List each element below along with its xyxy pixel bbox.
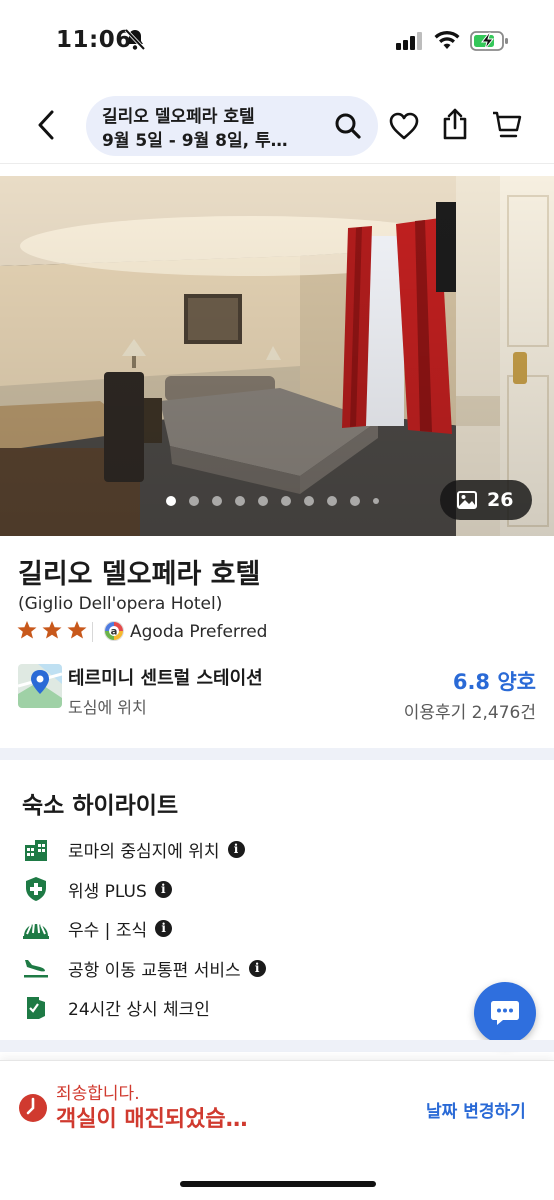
info-icon[interactable]: i (227, 841, 245, 859)
pagination-dot[interactable] (350, 496, 360, 506)
change-dates-link[interactable]: 날짜 변경하기 (426, 1097, 526, 1122)
pagination-dot[interactable] (327, 496, 337, 506)
highlight-label: 로마의 중심지에 위치 (68, 842, 220, 863)
hotel-name-english: (Giglio Dell'opera Hotel) (18, 594, 223, 614)
pagination-dot[interactable] (235, 496, 245, 506)
pagination-dot[interactable] (166, 496, 176, 506)
share-icon[interactable] (441, 108, 469, 144)
star-icon (67, 621, 87, 639)
booking-bottom-bar: 죄송합니다. 객실이 매진되었습… 날짜 변경하기 (0, 1060, 554, 1200)
agoda-logo-icon: a (104, 621, 124, 645)
cellular-signal-icon (396, 32, 424, 54)
breakfast-icon (22, 915, 50, 943)
star-icon (17, 621, 37, 639)
highlights-list: 로마의 중심지에 위치 i 위생 PLUS i 우수 | 조식 i 공항 이동 … (22, 830, 422, 1028)
sold-out-message: 객실이 매진되었습… (56, 1107, 248, 1132)
status-time: 11:06 (56, 27, 132, 53)
image-gallery-icon (457, 491, 477, 513)
pagination-dot[interactable] (373, 498, 379, 504)
highlight-item: 우수 | 조식 i (22, 909, 422, 949)
section-divider (0, 748, 554, 760)
bell-muted-icon (124, 28, 146, 56)
location-description: 도심에 위치 (68, 698, 147, 717)
pagination-dot[interactable] (281, 496, 291, 506)
chat-button[interactable] (474, 982, 536, 1044)
highlight-item: 공항 이동 교통편 서비스 i (22, 949, 422, 989)
highlight-item: 위생 PLUS i (22, 870, 422, 910)
clock-alert-icon (18, 1093, 48, 1127)
pagination-dot[interactable] (258, 496, 268, 506)
search-summary-pill[interactable]: 길리오 델오페라 호텔 9월 5일 - 9월 8일, 투… (86, 96, 378, 156)
highlights-title: 숙소 하이라이트 (22, 793, 179, 819)
cart-icon[interactable] (492, 110, 522, 144)
review-count[interactable]: 이용후기 2,476건 (404, 698, 536, 723)
heart-favorite-icon[interactable] (389, 112, 419, 144)
top-header: 길리오 델오페라 호텔 9월 5일 - 9월 8일, 투… (0, 84, 554, 164)
health-shield-icon (22, 875, 50, 903)
highlight-label: 우수 | 조식 (68, 921, 148, 942)
chat-bubble-icon (491, 1001, 519, 1025)
highlight-item: 로마의 중심지에 위치 i (22, 830, 422, 870)
divider (92, 622, 93, 642)
svg-text:a: a (111, 627, 118, 638)
door-checkin-icon (22, 994, 50, 1022)
highlight-item: 24시간 상시 체크인 (22, 988, 422, 1028)
home-indicator[interactable] (180, 1181, 376, 1187)
wifi-icon (434, 30, 460, 54)
hotel-photo-gallery[interactable]: 26 (0, 176, 554, 536)
review-score[interactable]: 6.8 양호 (453, 666, 536, 696)
airplane-landing-icon (22, 954, 50, 982)
map-thumbnail[interactable] (18, 664, 62, 708)
hotel-name: 길리오 델오페라 호텔 (18, 559, 261, 590)
photo-count-button[interactable]: 26 (440, 480, 532, 520)
highlight-label: 공항 이동 교통편 서비스 (68, 960, 241, 981)
search-hotel-name: 길리오 델오페라 호텔 (102, 107, 255, 127)
info-icon[interactable]: i (154, 880, 172, 898)
pagination-dot[interactable] (212, 496, 222, 506)
gallery-pagination-dots[interactable] (166, 496, 379, 506)
status-bar: 11:06 (0, 0, 554, 84)
photo-count: 26 (487, 489, 514, 511)
location-name[interactable]: 테르미니 센트럴 스테이션 (68, 664, 263, 690)
info-icon[interactable]: i (248, 959, 266, 977)
info-icon[interactable]: i (155, 920, 173, 938)
section-divider (0, 1040, 554, 1052)
star-rating (16, 620, 88, 640)
battery-charging-icon (470, 30, 510, 56)
highlight-label: 24시간 상시 체크인 (68, 1000, 210, 1021)
star-icon (42, 621, 62, 639)
back-arrow-icon[interactable] (36, 110, 56, 144)
highlight-label: 위생 PLUS (68, 881, 147, 902)
pagination-dot[interactable] (304, 496, 314, 506)
search-dates: 9월 5일 - 9월 8일, 투… (102, 131, 288, 151)
agoda-preferred-badge: Agoda Preferred (130, 622, 268, 642)
search-icon[interactable] (334, 112, 362, 144)
pagination-dot[interactable] (189, 496, 199, 506)
city-building-icon (22, 836, 50, 864)
